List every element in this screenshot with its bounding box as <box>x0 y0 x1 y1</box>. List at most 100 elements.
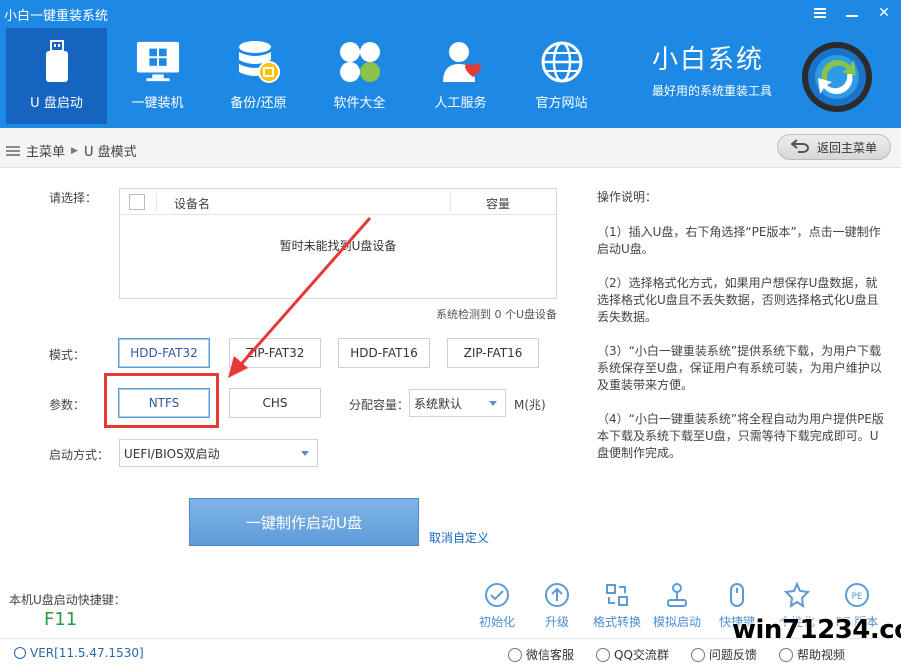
version-text: VER[11.5.47.1530] <box>30 646 144 660</box>
alloc-select[interactable]: 系统默认 <box>409 389 506 417</box>
column-capacity: 容量 <box>486 197 511 211</box>
breadcrumb-current: U 盘模式 <box>83 145 137 160</box>
boot-mode-select[interactable]: UEFI/BIOS双启动 <box>119 439 318 467</box>
alloc-unit: M(兆) <box>514 398 546 412</box>
nav-item-one-click-install[interactable]: 一键装机 <box>107 28 208 124</box>
highlight-box <box>104 373 219 428</box>
nav-label: 软件大全 <box>333 96 386 111</box>
window-controls: ✕ <box>811 4 893 22</box>
caret-down-icon <box>301 451 309 456</box>
list-icon <box>6 145 20 156</box>
upgrade-icon <box>544 582 570 608</box>
nav-item-usb-boot[interactable]: U 盘启动 <box>6 28 107 124</box>
select-all-checkbox[interactable] <box>129 194 145 210</box>
nav-label: 人工服务 <box>434 96 487 111</box>
tool-label: 升级 <box>544 615 569 629</box>
breadcrumb: 主菜单 ▶ U 盘模式 <box>6 141 137 160</box>
chevron-right-icon: ▶ <box>71 145 78 156</box>
watermark: win71234.com <box>732 615 901 645</box>
qq-icon <box>596 647 611 662</box>
params-label: 参数： <box>49 398 86 412</box>
close-icon[interactable]: ✕ <box>875 4 893 22</box>
instruction-step: （1）插入U盘，右下角选择“PE版本”，点击一键制作启动U盘。 <box>597 225 881 256</box>
instruction-step: （4）“小白一键重装系统”将全程自动为用户提供PE版本下载及系统下载至U盘，只需… <box>597 412 884 460</box>
make-boot-usb-button[interactable]: 一键制作启动U盘 <box>189 498 419 546</box>
windows-icon <box>136 40 180 84</box>
brand-subtitle: 最好用的系统重装工具 <box>652 84 773 98</box>
link-label: QQ交流群 <box>614 648 669 662</box>
nav-item-website[interactable]: 官方网站 <box>511 28 612 124</box>
nav-item-support[interactable]: 人工服务 <box>410 28 511 124</box>
tool-label: 初始化 <box>478 615 515 629</box>
video-icon <box>778 647 793 662</box>
nav-label: 一键装机 <box>131 96 184 111</box>
main-nav: U 盘启动 一键装机 备份/还原 软件大全 人工服务 官方网站 <box>6 28 612 124</box>
mode-zip-fat16[interactable]: ZIP-FAT16 <box>447 338 539 368</box>
hotkey-value: F11 <box>44 609 78 630</box>
usb-icon <box>35 40 79 84</box>
nav-label: 备份/还原 <box>230 96 287 111</box>
select-label: 请选择： <box>49 191 98 205</box>
alloc-value: 系统默认 <box>414 396 463 411</box>
check-circle-icon <box>484 582 510 608</box>
link-label: 帮助视频 <box>796 648 845 662</box>
nav-item-backup-restore[interactable]: 备份/还原 <box>208 28 309 124</box>
app-title: 小白一键重装系统 <box>4 9 109 24</box>
breadcrumb-bar: 主菜单 ▶ U 盘模式 返回主菜单 <box>0 128 901 168</box>
column-device-name: 设备名 <box>174 197 211 211</box>
column-divider <box>156 193 157 211</box>
feedback-link[interactable]: 问题反馈 <box>690 646 757 663</box>
brand: 小白系统 最好用的系统重装工具 <box>652 44 772 99</box>
instruction-step: （2）选择格式化方式，如果用户想保存U盘数据，就选择格式化U盘且不丢失数据，否则… <box>597 276 879 324</box>
mouse-icon <box>724 582 750 608</box>
mode-label: 模式： <box>49 348 86 362</box>
header-bar: 小白一键重装系统 ✕ U 盘启动 一键装机 备份/还原 软件大全 人工服务 官方… <box>0 0 901 128</box>
tool-upgrade[interactable]: 升级 <box>527 582 587 630</box>
minimize-icon[interactable] <box>843 4 861 22</box>
globe-icon <box>540 40 584 84</box>
personalize-icon <box>784 582 810 608</box>
logo-icon <box>800 40 874 114</box>
nav-label: 官方网站 <box>535 96 588 111</box>
boot-label: 启动方式： <box>49 448 110 462</box>
convert-icon <box>604 582 630 608</box>
database-icon <box>237 40 281 84</box>
wechat-support-link[interactable]: 微信客服 <box>508 646 574 663</box>
user-heart-icon <box>439 40 483 84</box>
alloc-label: 分配容量： <box>349 398 410 412</box>
back-to-main-button[interactable]: 返回主菜单 <box>777 134 891 160</box>
wechat-icon <box>508 647 522 662</box>
link-label: 问题反馈 <box>708 648 757 662</box>
instructions-panel: 操作说明： （1）插入U盘，右下角选择“PE版本”，点击一键制作启动U盘。 （2… <box>597 189 885 479</box>
nav-item-software[interactable]: 软件大全 <box>309 28 410 124</box>
instruction-step: （3）“小白一键重装系统”提供系统下载，为用户下载系统保存至U盘，保证用户有系统… <box>597 344 882 392</box>
back-arrow-icon <box>790 138 809 156</box>
column-divider <box>450 193 451 211</box>
boot-mode-value: UEFI/BIOS双启动 <box>124 446 220 461</box>
mode-hdd-fat32[interactable]: HDD-FAT32 <box>118 338 210 368</box>
tool-simulate-boot[interactable]: 模拟启动 <box>647 582 707 630</box>
param-chs[interactable]: CHS <box>229 388 321 418</box>
cancel-custom-link[interactable]: 取消自定义 <box>429 529 489 546</box>
hotkey-label: 本机U盘启动快捷键： <box>9 593 126 607</box>
info-icon <box>14 647 26 659</box>
nav-label: U 盘启动 <box>30 96 83 111</box>
device-status: 系统检测到 0 个U盘设备 <box>435 308 557 321</box>
footer-links: 微信客服 QQ交流群 问题反馈 帮助视频 <box>508 646 845 663</box>
svg-text:PE: PE <box>851 592 862 602</box>
caret-down-icon <box>489 401 497 406</box>
link-label: 微信客服 <box>526 648 575 662</box>
joystick-icon <box>664 582 690 608</box>
breadcrumb-root[interactable]: 主菜单 <box>26 141 65 160</box>
help-video-link[interactable]: 帮助视频 <box>778 646 845 663</box>
apps-icon <box>338 40 382 84</box>
tool-label: 格式转换 <box>592 615 641 629</box>
red-arrow-annotation <box>228 217 372 378</box>
menu-icon[interactable] <box>811 4 829 22</box>
pe-icon: PE <box>844 582 870 608</box>
feedback-icon <box>690 647 705 662</box>
qq-group-link[interactable]: QQ交流群 <box>596 646 669 663</box>
tool-format-convert[interactable]: 格式转换 <box>587 582 647 630</box>
tool-initialize[interactable]: 初始化 <box>467 582 527 630</box>
instructions-title: 操作说明： <box>597 190 658 204</box>
